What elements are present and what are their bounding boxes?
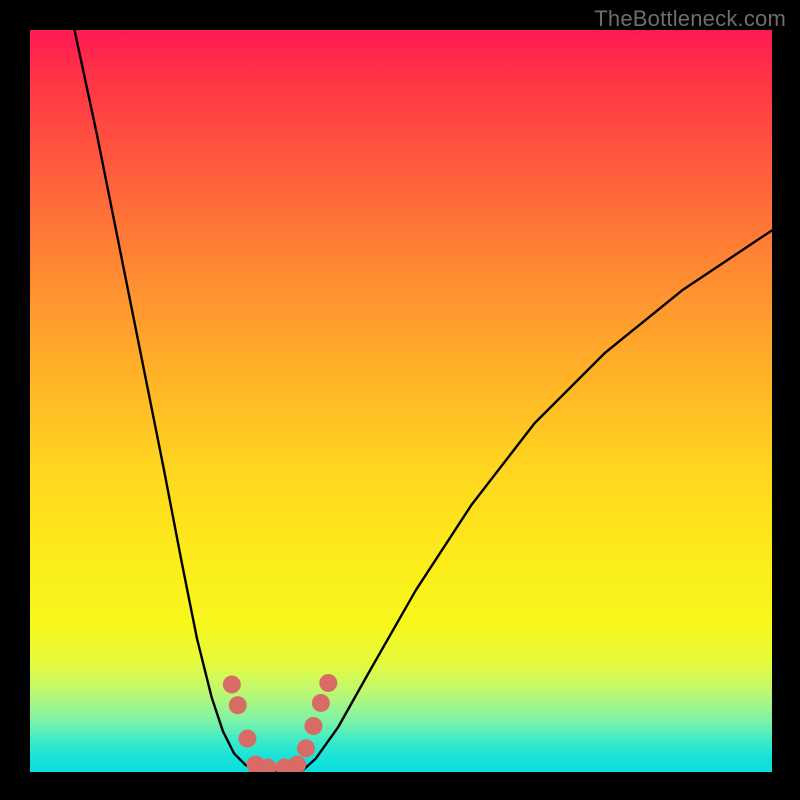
marker-group [223, 674, 337, 772]
chart-frame: TheBottleneck.com [0, 0, 800, 800]
line-series-group [75, 30, 772, 772]
highlight-dot [319, 674, 337, 692]
highlight-dot [238, 730, 256, 748]
watermark-text: TheBottleneck.com [594, 6, 786, 32]
chart-svg [30, 30, 772, 772]
highlight-dot [223, 675, 241, 693]
highlight-dot [288, 756, 306, 772]
highlight-dot [297, 739, 315, 757]
plot-area [30, 30, 772, 772]
highlight-dot [304, 717, 322, 735]
series-left-curve [75, 30, 257, 772]
highlight-dot [229, 696, 247, 714]
series-right-curve [301, 230, 772, 772]
highlight-dot [312, 694, 330, 712]
